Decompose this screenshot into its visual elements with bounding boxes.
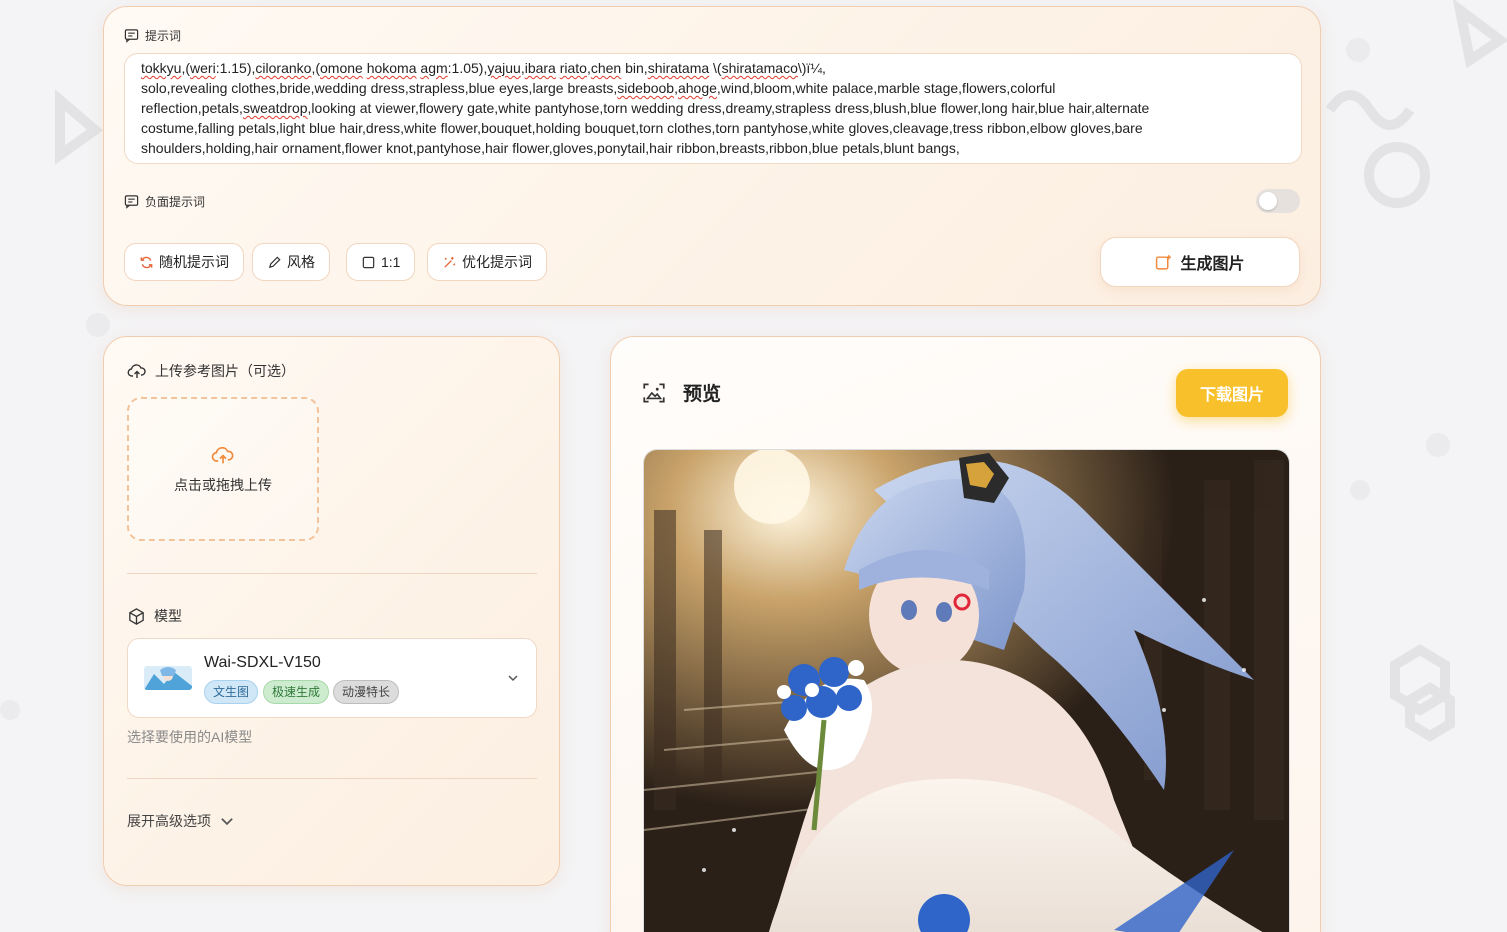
generate-image-button[interactable]: 生成图片 (1100, 237, 1300, 287)
download-image-button[interactable]: 下载图片 (1176, 369, 1288, 417)
upload-drop-text: 点击或拖拽上传 (174, 477, 272, 493)
negative-prompt-label: 负面提示词 (145, 195, 206, 209)
image-scan-icon (643, 382, 665, 403)
spellcheck-word: riato (559, 60, 587, 76)
spellcheck-word: sideboob (617, 80, 675, 96)
prompt-text-segment: ,( (181, 60, 191, 76)
advanced-options-label: 展开高级选项 (127, 813, 211, 829)
spellcheck-word: sweatdrop (242, 100, 308, 116)
spellcheck-word: weri (190, 60, 216, 76)
spellcheck-word: ciloranko (255, 60, 312, 76)
prompt-text-segment: \)ï¼ (797, 60, 822, 76)
prompt-card: 提示词 tokkyu,(weri:1.15),ciloranko,(omone … (103, 6, 1321, 306)
aspect-ratio-button[interactable]: 1:1 (346, 243, 416, 281)
prompt-text: tokkyu,(weri:1.15),ciloranko,(omone hoko… (141, 58, 1285, 158)
spellcheck-word: shiratama (647, 60, 710, 76)
random-prompt-button[interactable]: 随机提示词 (124, 243, 244, 281)
image-plus-icon (1156, 254, 1172, 270)
generated-image-artwork (644, 450, 1289, 932)
aspect-ratio-label: 1:1 (381, 254, 401, 270)
cloud-upload-icon (211, 446, 234, 464)
prompt-textarea[interactable]: tokkyu,(weri:1.15),ciloranko,(omone hoko… (124, 53, 1302, 164)
advanced-options-toggle[interactable]: 展开高级选项 (127, 811, 235, 831)
prompt-text-segment: ,( (311, 60, 320, 76)
download-image-label: 下载图片 (1199, 387, 1264, 404)
divider (127, 573, 537, 574)
spellcheck-word: chen (590, 60, 622, 76)
prompt-text-segment: :1.05), (447, 60, 488, 76)
chevron-down-icon (508, 675, 518, 682)
upload-section-label: 上传参考图片（可选） (127, 361, 295, 381)
model-tag: 动漫特长 (333, 680, 400, 704)
generate-image-label: 生成图片 (1180, 256, 1245, 273)
model-section-label: 模型 (127, 606, 182, 626)
optimize-prompt-label: 优化提示词 (462, 254, 532, 270)
spellcheck-word: hokoma (366, 60, 417, 76)
prompt-text-segment: \( (709, 60, 722, 76)
model-thumbnail (144, 666, 192, 690)
model-label: 模型 (154, 608, 182, 624)
message-icon (124, 195, 139, 209)
spellcheck-word: shiratamaco (721, 60, 798, 76)
spellcheck-word: yajuu (487, 60, 521, 76)
negative-prompt-toggle[interactable] (1256, 189, 1300, 213)
preview-header: 预览 (641, 379, 721, 406)
model-tag: 文生图 (204, 680, 259, 704)
prompt-label: 提示词 (145, 29, 182, 43)
prompt-text-segment: bin, (621, 60, 648, 76)
upload-label: 上传参考图片（可选） (155, 363, 295, 379)
settings-card: 上传参考图片（可选） 点击或拖拽上传 模型 Wai-SDXL-V150 文生图 … (103, 336, 560, 886)
message-icon (124, 29, 139, 43)
divider (127, 778, 537, 779)
square-icon (362, 256, 375, 268)
spellcheck-word: omone (320, 60, 363, 76)
spellcheck-word: tokkyu (141, 60, 182, 76)
spellcheck-word: ibara (524, 60, 556, 76)
negative-prompt-section-label: 负面提示词 (124, 193, 205, 210)
preview-card: 预览 下载图片 (610, 336, 1321, 932)
generated-image[interactable] (643, 449, 1290, 932)
preview-title: 预览 (683, 384, 722, 405)
prompt-section-label: 提示词 (124, 27, 181, 44)
spellcheck-word: agm (420, 60, 448, 76)
model-name: Wai-SDXL-V150 (204, 654, 321, 671)
refresh-icon (140, 256, 153, 268)
random-prompt-label: 随机提示词 (159, 254, 229, 270)
style-label: 风格 (287, 254, 315, 270)
prompt-text-segment: :1.15), (215, 60, 256, 76)
cloud-upload-icon (127, 364, 146, 378)
chevron-down-icon (221, 818, 233, 826)
sparkle-icon (444, 256, 456, 268)
model-hint: 选择要使用的AI模型 (127, 729, 253, 745)
cube-icon (129, 607, 144, 625)
spellcheck-word: ahoge (677, 80, 717, 96)
optimize-prompt-button[interactable]: 优化提示词 (427, 243, 547, 281)
model-select[interactable]: Wai-SDXL-V150 文生图 极速生成 动漫特长 (127, 638, 537, 718)
style-button[interactable]: 风格 (252, 243, 330, 281)
upload-dropzone[interactable]: 点击或拖拽上传 (127, 397, 319, 541)
model-tag: 极速生成 (263, 680, 330, 704)
pencil-icon (268, 255, 281, 268)
